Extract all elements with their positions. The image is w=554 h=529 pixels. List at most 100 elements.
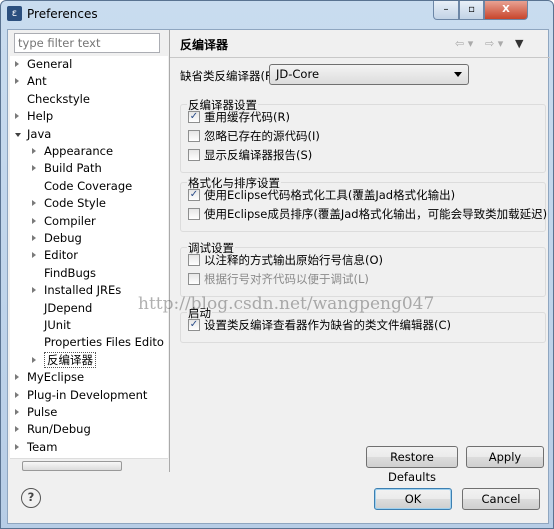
tree-item[interactable]: Checkstyle bbox=[15, 91, 90, 108]
tree-item[interactable]: JUnit bbox=[32, 317, 71, 334]
collapsed-arrow-icon[interactable] bbox=[32, 235, 36, 241]
checkbox-unchecked-icon[interactable] bbox=[188, 273, 200, 285]
tree-item-label: JUnit bbox=[44, 318, 71, 332]
collapsed-arrow-icon[interactable] bbox=[15, 391, 19, 398]
tree-item[interactable]: Build Path bbox=[32, 160, 102, 177]
checkbox-unchecked-icon[interactable] bbox=[188, 254, 200, 266]
preferences-window: ε Preferences – ▫ X General Ant Checkstyle… bbox=[0, 0, 554, 529]
expanded-arrow-icon[interactable] bbox=[15, 132, 21, 140]
tree-item[interactable]: Debug bbox=[32, 230, 82, 247]
checkbox-unchecked-icon[interactable] bbox=[188, 149, 200, 161]
collapsed-arrow-icon[interactable] bbox=[15, 61, 19, 67]
scrollbar-thumb[interactable] bbox=[22, 461, 122, 471]
close-button[interactable]: X bbox=[484, 1, 528, 20]
collapsed-arrow-icon[interactable] bbox=[32, 148, 36, 154]
tree-item[interactable]: Code Style bbox=[32, 195, 106, 212]
collapsed-arrow-icon[interactable] bbox=[15, 443, 19, 450]
tree-item-label: 反编译器 bbox=[44, 351, 96, 368]
option-checkbox[interactable]: ✓ 使用Eclipse代码格式化工具(覆盖Jad格式化输出) bbox=[188, 187, 455, 203]
filter-input[interactable] bbox=[14, 33, 160, 53]
tree-item[interactable]: Run/Debug bbox=[15, 421, 91, 438]
tree-horizontal-scrollbar[interactable] bbox=[10, 458, 168, 472]
option-checkbox[interactable]: 根据行号对齐代码以便于调试(L) bbox=[188, 271, 369, 287]
tree-item[interactable]: JDepend bbox=[32, 300, 92, 317]
page-panel: 反编译器 ⇦ ▾ ⇨ ▾ ▼ 缺省类反编译器(F) JD-Core 反编译器设置… bbox=[170, 30, 550, 484]
minimize-button[interactable]: – bbox=[433, 1, 459, 20]
default-decompiler-select[interactable]: JD-Core bbox=[269, 64, 469, 85]
collapsed-arrow-icon[interactable] bbox=[15, 113, 19, 120]
collapsed-arrow-icon[interactable] bbox=[32, 200, 36, 207]
checkbox-checked-icon[interactable]: ✓ bbox=[188, 111, 200, 123]
tree-item[interactable]: Code Coverage bbox=[32, 178, 132, 195]
tree-item-label: Help bbox=[27, 109, 54, 124]
collapsed-arrow-icon[interactable] bbox=[32, 356, 36, 363]
option-checkbox[interactable]: 忽略已存在的源代码(I) bbox=[188, 128, 320, 144]
collapsed-arrow-icon[interactable] bbox=[32, 165, 36, 172]
eclipse-icon: ε bbox=[7, 6, 22, 21]
preference-tree: General Ant Checkstyle Help Java Appearance Bu… bbox=[10, 56, 168, 472]
default-decompiler-label: 缺省类反编译器(F) bbox=[180, 69, 277, 83]
tree-item[interactable]: General bbox=[15, 56, 72, 73]
tree-item-label: Code Coverage bbox=[44, 178, 133, 193]
tree-item[interactable]: 反编译器 bbox=[32, 351, 96, 369]
tree-item[interactable]: Compiler bbox=[32, 213, 96, 230]
tree-item[interactable]: Plug-in Development bbox=[15, 387, 147, 404]
chevron-down-icon bbox=[454, 72, 462, 77]
tree-item-label: Team bbox=[27, 439, 58, 454]
tree-item[interactable]: Java bbox=[15, 126, 51, 143]
tree-item[interactable]: Pulse bbox=[15, 404, 57, 421]
collapsed-arrow-icon[interactable] bbox=[15, 374, 19, 381]
ok-button[interactable]: OK bbox=[374, 488, 452, 510]
collapsed-arrow-icon[interactable] bbox=[32, 217, 36, 224]
tree-item[interactable]: Team bbox=[15, 439, 57, 456]
help-icon[interactable]: ? bbox=[21, 488, 41, 508]
option-checkbox[interactable]: ✓ 设置类反编译查看器作为缺省的类文件编辑器(C) bbox=[188, 317, 451, 333]
watermark: http://blog.csdn.net/wangpeng047 bbox=[138, 294, 435, 314]
checkbox-checked-icon[interactable]: ✓ bbox=[188, 189, 200, 201]
forward-icon[interactable]: ⇨ ▾ bbox=[485, 37, 503, 50]
tree-item[interactable]: Installed JREs bbox=[32, 282, 121, 299]
restore-defaults-button[interactable]: Restore Defaults bbox=[366, 446, 458, 484]
collapsed-arrow-icon[interactable] bbox=[32, 252, 36, 259]
option-checkbox[interactable]: ✓ 重用缓存代码(R) bbox=[188, 109, 290, 125]
checkbox-checked-icon[interactable]: ✓ bbox=[188, 319, 200, 331]
tree-item-label: Appearance bbox=[44, 144, 114, 158]
divider bbox=[170, 57, 550, 58]
tree-item-label: Editor bbox=[44, 248, 79, 263]
tree-item[interactable]: MyEclipse bbox=[15, 369, 84, 386]
tree-item-label: Java bbox=[27, 126, 52, 141]
tree-item-label: Pulse bbox=[27, 405, 58, 419]
tree-item[interactable]: Help bbox=[15, 108, 53, 125]
option-label: 显示反编译器报告(S) bbox=[204, 148, 313, 162]
option-checkbox[interactable]: 使用Eclipse成员排序(覆盖Jad格式化输出，可能会导致类加载延迟) bbox=[188, 206, 547, 222]
tree-item[interactable]: Editor bbox=[32, 247, 78, 264]
tree-item[interactable]: Properties Files Edito bbox=[32, 334, 164, 351]
collapsed-arrow-icon[interactable] bbox=[32, 287, 36, 294]
collapsed-arrow-icon[interactable] bbox=[15, 409, 19, 415]
option-checkbox[interactable]: 显示反编译器报告(S) bbox=[188, 147, 312, 163]
window-title: Preferences bbox=[27, 7, 98, 21]
tree-item-label: Installed JREs bbox=[44, 283, 122, 298]
option-label: 重用缓存代码(R) bbox=[204, 110, 290, 124]
tree-item-label: MyEclipse bbox=[27, 370, 85, 385]
checkbox-unchecked-icon[interactable] bbox=[188, 130, 200, 142]
tree-item-label: Compiler bbox=[44, 213, 96, 228]
tree-item-label: Ant bbox=[27, 74, 47, 89]
tree-item-label: Run/Debug bbox=[27, 422, 91, 437]
collapsed-arrow-icon[interactable] bbox=[15, 78, 19, 85]
tree-item-label: General bbox=[27, 57, 73, 71]
option-checkbox[interactable]: 以注释的方式输出原始行号信息(O) bbox=[188, 252, 383, 268]
page-title: 反编译器 bbox=[180, 38, 229, 52]
back-icon[interactable]: ⇦ ▾ bbox=[455, 37, 473, 50]
cancel-button[interactable]: Cancel bbox=[462, 488, 540, 510]
tree-item[interactable]: Ant bbox=[15, 73, 47, 90]
view-menu-icon[interactable]: ▼ bbox=[515, 37, 523, 50]
tree-item[interactable]: Appearance bbox=[32, 143, 113, 160]
tree-item[interactable]: FindBugs bbox=[32, 265, 96, 282]
option-label: 使用Eclipse成员排序(覆盖Jad格式化输出，可能会导致类加载延迟) bbox=[204, 207, 548, 221]
apply-button[interactable]: Apply bbox=[466, 446, 544, 468]
option-label: 设置类反编译查看器作为缺省的类文件编辑器(C) bbox=[204, 318, 452, 332]
maximize-button[interactable]: ▫ bbox=[459, 1, 484, 20]
checkbox-unchecked-icon[interactable] bbox=[188, 208, 200, 220]
collapsed-arrow-icon[interactable] bbox=[15, 426, 19, 433]
